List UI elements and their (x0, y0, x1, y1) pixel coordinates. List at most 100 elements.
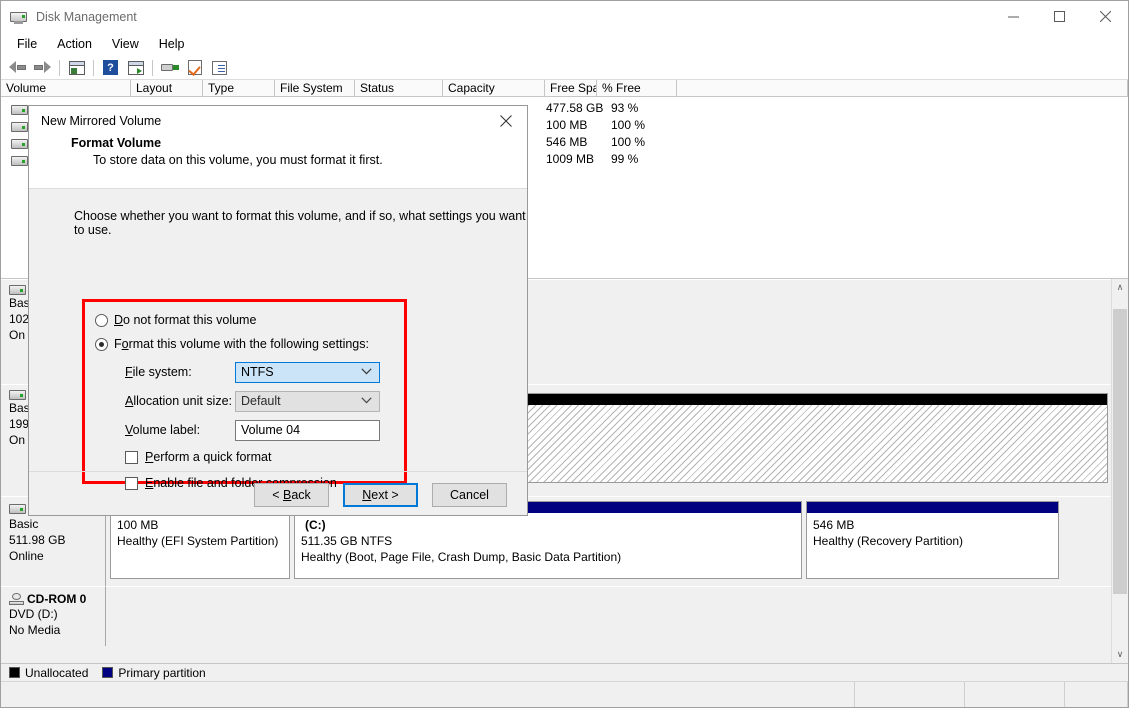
back-button[interactable]: < Back (254, 483, 329, 507)
column-header-percent-free[interactable]: % Free (597, 80, 677, 97)
column-header-type[interactable]: Type (203, 80, 275, 97)
back-icon[interactable] (5, 57, 30, 79)
next-button-label: Next > (362, 488, 399, 502)
partition-status: Healthy (Recovery Partition) (813, 534, 964, 548)
field-allocation-unit-size: Allocation unit size: Default (125, 390, 404, 412)
properties-icon[interactable] (182, 57, 207, 79)
volume-icon (11, 138, 28, 149)
legend-swatch (9, 667, 20, 678)
allocation-unit-size-select[interactable]: Default (235, 390, 380, 412)
volume-label-value: Volume 04 (241, 423, 301, 437)
window-controls (990, 1, 1128, 32)
checkbox-icon[interactable] (125, 450, 138, 464)
partition-recovery[interactable]: 546 MB Healthy (Recovery Partition) (806, 501, 1059, 579)
radio-do-not-format[interactable]: Do not format this volume (95, 310, 404, 330)
partition-size: 100 MB (117, 518, 159, 532)
cell-free-space: 100 MB (546, 118, 588, 132)
cell-percent-free: 99 % (611, 152, 639, 166)
minimize-button[interactable] (990, 1, 1036, 32)
legend-swatch (102, 667, 114, 678)
partition-title: (C:) (305, 518, 326, 532)
dialog-title: New Mirrored Volume (41, 114, 162, 128)
column-header-layout[interactable]: Layout (131, 80, 203, 97)
chevron-down-icon (361, 367, 372, 378)
disk-type: Basic (9, 517, 39, 531)
list-view-icon[interactable] (207, 57, 232, 79)
disk-icon (9, 504, 26, 514)
cell-percent-free: 93 % (611, 101, 639, 115)
disk-title: CD-ROM 0 (9, 592, 105, 606)
toolbar-separator (93, 59, 94, 76)
scroll-down-icon[interactable]: ∨ (1112, 646, 1128, 663)
status-cell (1065, 682, 1128, 707)
checkbox-perform-quick-format[interactable]: Perform a quick format (125, 447, 404, 467)
menu-action[interactable]: Action (47, 34, 102, 54)
disk-icon (9, 390, 26, 400)
cdrom-icon (9, 593, 24, 605)
show-hide-console-tree-icon[interactable] (64, 57, 89, 79)
show-hide-action-pane-icon[interactable] (123, 57, 148, 79)
cdrom-drive-letter: DVD (D:) (9, 607, 58, 621)
partition-status: Healthy (Boot, Page File, Crash Dump, Ba… (301, 550, 622, 564)
radio-button-icon[interactable] (95, 337, 108, 351)
field-label: Volume label: (125, 423, 201, 437)
dialog-titlebar: New Mirrored Volume (29, 106, 527, 136)
close-button[interactable] (1082, 1, 1128, 32)
help-icon[interactable]: ? (98, 57, 123, 79)
column-header-filler (677, 80, 1128, 97)
legend: Unallocated Primary partition (1, 663, 1128, 681)
format-options-group: Do not format this volume Format this vo… (82, 299, 407, 490)
volume-label-input[interactable]: Volume 04 (235, 419, 380, 441)
disk-row[interactable]: CD-ROM 0 DVD (D:) No Media (1, 586, 1111, 646)
menu-view[interactable]: View (102, 34, 149, 54)
legend-item-primary-partition: Primary partition (102, 665, 206, 680)
legend-label: Primary partition (118, 665, 206, 680)
radio-label: Format this volume with the following se… (114, 337, 369, 351)
checkbox-icon[interactable] (125, 476, 138, 490)
legend-label: Unallocated (25, 665, 89, 680)
chevron-down-icon (361, 396, 372, 407)
cell-free-space: 1009 MB (546, 152, 595, 166)
status-cell (965, 682, 1065, 707)
cancel-button-label: Cancel (450, 488, 489, 502)
forward-icon[interactable] (30, 57, 55, 79)
window-titlebar: Disk Management (1, 1, 1128, 32)
dialog-heading: Format Volume (71, 136, 162, 150)
disk-name: CD-ROM 0 (27, 592, 87, 606)
disk-pane-scrollbar[interactable]: ∧ ∨ (1111, 279, 1128, 663)
dialog-subheading: To store data on this volume, you must f… (93, 153, 383, 167)
file-system-select[interactable]: NTFS (235, 361, 380, 383)
toolbar-separator (152, 59, 153, 76)
field-label: File system: (125, 365, 192, 379)
back-button-label: < Back (272, 488, 311, 502)
column-header-free-space[interactable]: Free Spa... (545, 80, 597, 97)
cell-percent-free: 100 % (611, 118, 646, 132)
cell-free-space: 477.58 GB (546, 101, 604, 115)
volume-icon (11, 155, 28, 166)
column-header-status[interactable]: Status (355, 80, 443, 97)
next-button[interactable]: Next > (343, 483, 418, 507)
menu-file[interactable]: File (7, 34, 47, 54)
scrollbar-thumb[interactable] (1113, 309, 1127, 594)
column-header-file-system[interactable]: File System (275, 80, 355, 97)
radio-button-icon[interactable] (95, 313, 108, 327)
dialog-intro-text: Choose whether you want to format this v… (74, 209, 526, 237)
partition-capacity-bar (807, 502, 1058, 513)
radio-label: Do not format this volume (114, 313, 257, 327)
statusbar (1, 681, 1128, 707)
column-header-volume[interactable]: Volume (1, 80, 131, 97)
rescan-disks-icon[interactable] (157, 57, 182, 79)
partition-size: 546 MB (813, 518, 855, 532)
dialog-close-icon[interactable] (485, 106, 527, 136)
partition-details: 546 MB Healthy (Recovery Partition) (807, 513, 1058, 549)
scroll-up-icon[interactable]: ∧ (1112, 279, 1128, 296)
menu-help[interactable]: Help (149, 34, 195, 54)
volume-icon (11, 121, 28, 132)
radio-format-with-settings[interactable]: Format this volume with the following se… (95, 334, 404, 354)
maximize-button[interactable] (1036, 1, 1082, 32)
new-mirrored-volume-dialog: New Mirrored Volume Format Volume To sto… (28, 105, 528, 516)
column-header-capacity[interactable]: Capacity (443, 80, 545, 97)
cancel-button[interactable]: Cancel (432, 483, 507, 507)
disk-status: Online (9, 549, 44, 563)
field-label: Allocation unit size: (125, 394, 233, 408)
